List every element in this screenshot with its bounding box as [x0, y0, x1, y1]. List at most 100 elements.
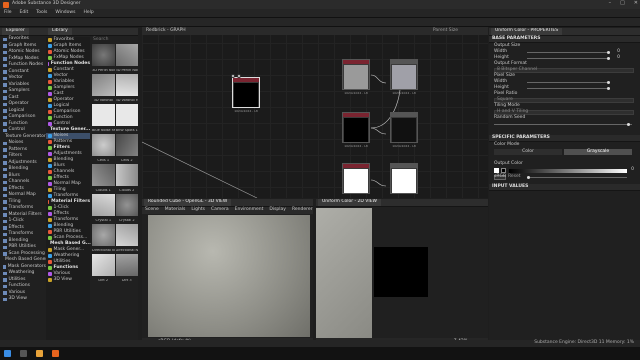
pixel-height-knob[interactable] — [607, 86, 610, 90]
folder-icon — [3, 63, 7, 67]
base-params-header[interactable]: BASE PARAMETERS — [489, 36, 640, 43]
height-slider-knob[interactable] — [607, 56, 610, 60]
graph-panel[interactable]: Redbrick - GRAPH Parent Size 1024x1024 -… — [142, 27, 488, 198]
search-icon[interactable] — [20, 350, 27, 357]
close-icon[interactable]: ✕ — [634, 1, 638, 6]
library-thumbnail[interactable]: Clouds 2 — [115, 164, 138, 191]
category-icon — [48, 122, 52, 126]
library-category-label: Channels — [53, 168, 75, 174]
folder-icon — [3, 167, 7, 171]
height-label: Height — [494, 54, 509, 60]
library-category-label: Texture Gener... — [50, 126, 91, 132]
library-thumbnail[interactable]: Directional Noise 3 — [92, 224, 115, 251]
category-icon — [48, 206, 52, 210]
engine-status: Substance Engine: Direct3D 11 Memory: 1% — [534, 340, 634, 346]
output-color-value[interactable]: 0 — [631, 168, 634, 173]
os-taskbar — [0, 347, 640, 360]
library-category[interactable]: 3D View — [46, 277, 90, 283]
view3d-menu-renderer[interactable]: Renderer — [292, 208, 313, 213]
library-thumbnail[interactable]: Dirt 2 — [92, 254, 115, 281]
node-pin-icon[interactable] — [231, 74, 235, 78]
view3d-menu-camera[interactable]: Camera — [211, 208, 229, 213]
category-icon — [48, 134, 52, 138]
graph-node-black[interactable]: 1024x1024 - L8 — [342, 112, 370, 148]
maximize-icon[interactable]: □ — [620, 1, 625, 6]
view3d-menu-scene[interactable]: Scene — [145, 208, 159, 213]
library-thumbnail[interactable]: Cells 1 — [92, 134, 115, 161]
library-category[interactable]: Texture Gener... — [46, 127, 90, 133]
menu-file[interactable]: File — [4, 10, 12, 16]
substance-designer-taskbar-icon[interactable] — [52, 350, 59, 357]
explorer-item-label: Scan Processing — [8, 250, 45, 256]
graph-node-noise-b[interactable]: 1024x1024 - L8 — [390, 59, 418, 95]
view3d-menu: Scene Materials Lights Camera Environmen… — [142, 207, 313, 214]
tiling-mode-dropdown[interactable]: H and V Tiling — [494, 109, 634, 115]
library-thumbnail[interactable]: Dirt 3 — [115, 254, 138, 281]
category-icon — [48, 224, 52, 228]
library-thumbnail[interactable]: 3D Perlin Noise — [92, 44, 115, 71]
view3d-menu-materials[interactable]: Materials — [165, 208, 186, 213]
category-icon — [48, 200, 50, 204]
srgb-toggle[interactable]: sRGB — [494, 175, 506, 180]
view3d-menu-display[interactable]: Display — [269, 208, 286, 213]
category-icon — [48, 218, 52, 222]
library-thumbnail[interactable]: Clouds 1 — [92, 164, 115, 191]
color-swatch[interactable] — [501, 168, 506, 173]
node-pin-icon[interactable] — [237, 74, 241, 78]
graph-node-white-a[interactable] — [342, 163, 370, 194]
pixel-ratio-dropdown[interactable]: Square — [494, 97, 634, 103]
graph-node-dark[interactable]: 1024x1024 - L8 — [390, 112, 418, 148]
pixel-width-knob[interactable] — [607, 80, 610, 84]
specific-params-header[interactable]: SPECIFIC PARAMETERS — [489, 135, 640, 142]
view3d-menu-lights[interactable]: Lights — [191, 208, 205, 213]
library-thumbnail[interactable]: Crystal 2 — [115, 194, 138, 221]
graph-node-white-b[interactable] — [390, 163, 418, 194]
input-values-header[interactable]: INPUT VALUES — [489, 184, 640, 191]
library-thumbnail[interactable]: Blue Noise Fast — [92, 104, 115, 131]
graph-node-uniform-color[interactable]: 1024x1024 - L8 — [231, 74, 260, 113]
library-thumbnail[interactable]: 3D Perlin Noise ... — [115, 44, 138, 71]
category-icon — [48, 38, 52, 42]
library-thumbnail[interactable]: 3D Voronoi Fractal — [115, 74, 138, 101]
tab-explorer[interactable]: Explorer — [2, 28, 29, 35]
color-value-knob[interactable] — [527, 175, 530, 179]
color-mode-grayscale-button[interactable]: Grayscale — [564, 149, 632, 155]
3d-viewport-render[interactable] — [148, 215, 310, 337]
thumbnail-label: Cells 2 — [120, 158, 133, 162]
library-thumbnail[interactable]: BnW Spots 1 — [115, 104, 138, 131]
menu-tools[interactable]: Tools — [36, 10, 47, 16]
library-thumbnail[interactable]: 3D Voronoi — [92, 74, 115, 101]
width-value[interactable]: 0 — [617, 49, 620, 55]
output-format-dropdown[interactable]: 8 Bitsper Channel — [494, 67, 634, 73]
2d-output-preview[interactable] — [374, 247, 428, 297]
file-explorer-icon[interactable] — [36, 350, 43, 357]
view3d-menu-environment[interactable]: Environment — [235, 208, 264, 213]
graph-node-noise-a[interactable]: 1024x1024 - L8 — [342, 59, 370, 95]
menu-edit[interactable]: Edit — [20, 10, 29, 16]
random-seed-knob[interactable] — [627, 122, 630, 126]
library-category-label: Various — [53, 270, 71, 276]
color-mode-color-button[interactable]: Color — [494, 149, 562, 155]
library-thumbnail[interactable]: Crystal 1 — [92, 194, 115, 221]
explorer-item[interactable]: 3D View — [0, 296, 46, 303]
width-slider-knob[interactable] — [607, 50, 610, 54]
eyedropper-icon[interactable] — [494, 168, 499, 173]
parent-size-dropdown[interactable]: Parent Size — [433, 28, 458, 34]
library-thumbnail[interactable]: Directional Noise 4 — [115, 224, 138, 251]
height-value[interactable]: 0 — [617, 55, 620, 61]
library-thumbnail[interactable]: Cells 2 — [115, 134, 138, 161]
view3d-panel[interactable]: Rounded Cube - OpenGL - 3D VIEW Scene Ma… — [142, 199, 313, 346]
category-icon — [48, 110, 52, 114]
category-icon — [48, 236, 52, 240]
random-seed-row[interactable] — [489, 121, 640, 127]
menu-windows[interactable]: Windows — [55, 10, 75, 16]
minimize-icon[interactable]: – — [609, 1, 612, 6]
output-color-row[interactable]: 0 — [489, 167, 640, 174]
color-gradient-slider[interactable] — [509, 168, 627, 173]
tab-library[interactable]: Library — [48, 28, 72, 35]
view2d-panel[interactable]: Uniform Color - 2D VIEW 7.42% — [316, 199, 488, 346]
menu-help[interactable]: Help — [83, 10, 93, 16]
category-icon — [48, 44, 52, 48]
start-menu-icon[interactable] — [4, 350, 11, 357]
reset-button[interactable]: Reset — [508, 175, 521, 180]
